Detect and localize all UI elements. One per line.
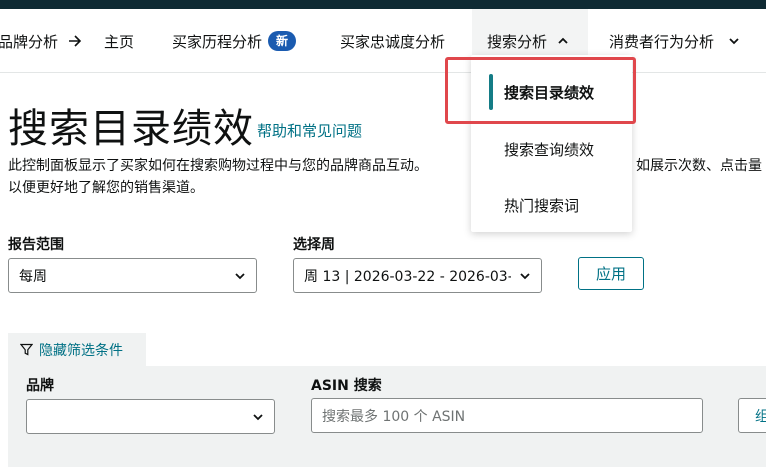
- page-title: 搜索目录绩效: [8, 106, 254, 152]
- dropdown-item-label: 热门搜索词: [504, 196, 580, 215]
- new-badge: 新: [268, 31, 297, 51]
- page-description-line2: 以便更好地了解您的销售渠道。: [8, 180, 204, 196]
- nav-loyalty-label: 买家忠诚度分析: [340, 32, 446, 51]
- asin-search-input[interactable]: 搜索最多 100 个 ASIN: [311, 398, 703, 433]
- nav-search-analytics-label: 搜索分析: [487, 32, 548, 51]
- report-range-label: 报告范围: [8, 237, 64, 253]
- dropdown-item-search-catalog-performance[interactable]: 搜索目录绩效: [471, 72, 632, 112]
- nav-brand-analytics-label: 品牌分析: [0, 32, 59, 51]
- nav-brand-analytics[interactable]: 品牌分析: [0, 9, 58, 73]
- select-week-label: 选择周: [293, 237, 335, 253]
- report-range-value: 每周: [19, 268, 47, 285]
- page-description-tail: 如展示次数、点击量: [636, 158, 762, 174]
- report-range-select[interactable]: 每周: [8, 258, 257, 293]
- top-nav: 品牌分析 主页 买家历程分析 新 买家忠诚度分析 搜索分析 消费者行为分析: [0, 9, 766, 73]
- nav-consumer-behavior-label: 消费者行为分析: [609, 32, 715, 51]
- nav-buyer-journey[interactable]: 买家历程分析 新: [172, 9, 297, 73]
- nav-home[interactable]: 主页: [104, 9, 134, 73]
- nav-home-label: 主页: [104, 32, 135, 51]
- asin-search-label: ASIN 搜索: [311, 378, 382, 394]
- dropdown-item-label: 搜索查询绩效: [504, 140, 595, 159]
- active-indicator: [489, 74, 493, 110]
- search-analytics-dropdown: 搜索目录绩效 搜索查询绩效 热门搜索词: [471, 55, 632, 232]
- top-bar: [0, 0, 766, 9]
- chevron-up-icon: [558, 37, 568, 44]
- apply-button[interactable]: 应用: [578, 257, 644, 290]
- page-description-line1: 此控制面板显示了买家如何在搜索购物过程中与您的品牌商品互动。: [8, 158, 428, 174]
- filter-icon: [20, 343, 33, 356]
- select-week-value: 周 13 | 2026-03-22 - 2026-03-: [304, 268, 511, 285]
- select-week-select[interactable]: 周 13 | 2026-03-22 - 2026-03-: [293, 258, 542, 293]
- brand-label: 品牌: [26, 378, 54, 394]
- chevron-down-icon: [729, 38, 739, 45]
- dropdown-item-top-search-terms[interactable]: 热门搜索词: [471, 185, 632, 225]
- chevron-down-icon: [235, 273, 245, 280]
- dropdown-item-label: 搜索目录绩效: [504, 83, 595, 102]
- help-faq-link[interactable]: 帮助和常见问题: [257, 120, 362, 141]
- partial-button[interactable]: 组: [738, 398, 766, 433]
- hide-filters-toggle[interactable]: 隐藏筛选条件: [8, 333, 146, 366]
- nav-buyer-journey-label: 买家历程分析: [172, 32, 263, 51]
- hide-filters-label: 隐藏筛选条件: [39, 342, 123, 359]
- nav-loyalty[interactable]: 买家忠诚度分析: [340, 9, 445, 73]
- dropdown-item-search-query-performance[interactable]: 搜索查询绩效: [471, 129, 632, 169]
- brand-select[interactable]: [26, 399, 275, 434]
- chevron-down-icon: [520, 273, 530, 280]
- asin-search-placeholder: 搜索最多 100 个 ASIN: [322, 408, 466, 425]
- arrow-right-icon: [69, 35, 82, 47]
- chevron-down-icon: [253, 414, 263, 421]
